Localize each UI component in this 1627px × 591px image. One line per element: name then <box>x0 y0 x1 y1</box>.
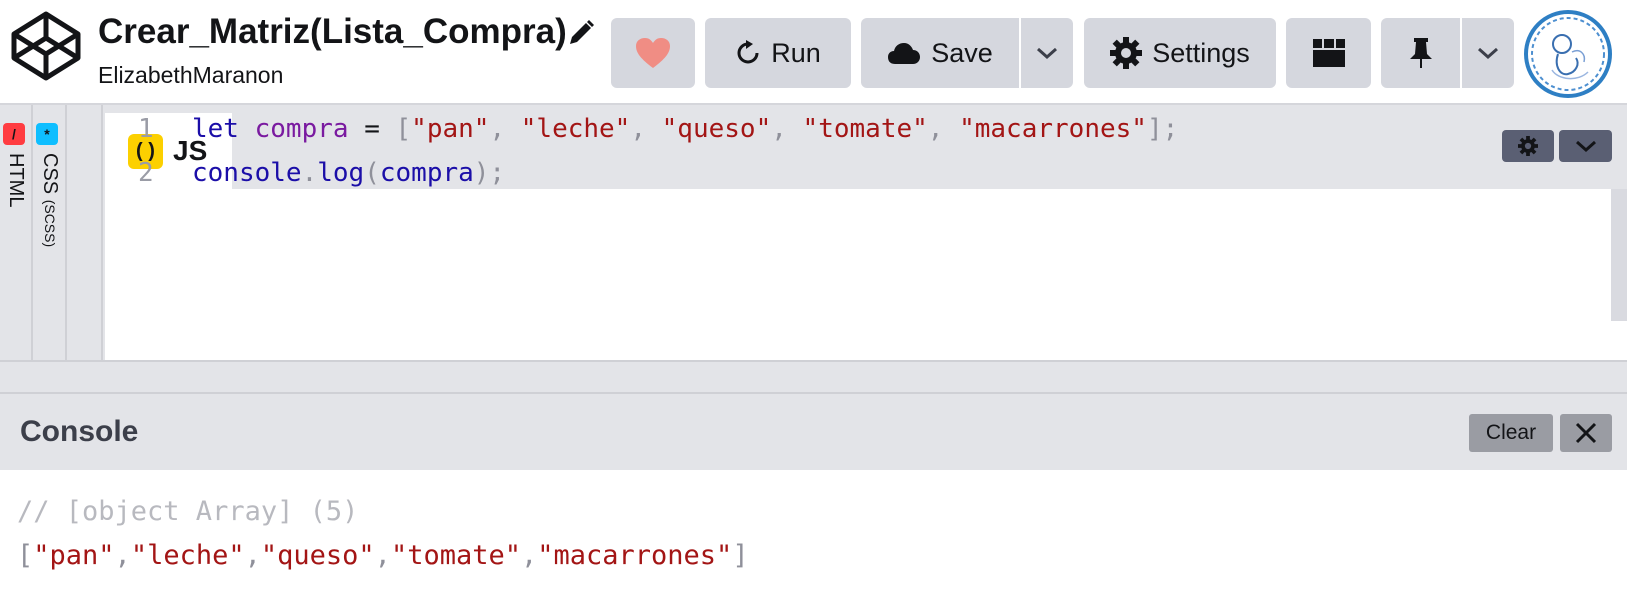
code-token: ]; <box>1146 114 1179 144</box>
log-token: , <box>114 540 131 571</box>
log-token: "pan" <box>33 540 115 571</box>
code-token: log <box>317 158 365 188</box>
console-log-type: // [object Array] (5) <box>17 496 359 527</box>
code-line: 1 let compra = ["pan", "leche", "queso",… <box>0 107 1627 151</box>
chevron-down-icon <box>1037 47 1057 60</box>
log-token: "macarrones" <box>537 540 733 571</box>
code-token: ); <box>473 158 506 188</box>
code-text: let compra = ["pan", "leche", "queso", "… <box>192 114 1178 144</box>
save-button[interactable]: Save <box>861 18 1019 88</box>
code-token: . <box>301 158 318 188</box>
log-token: "queso" <box>260 540 375 571</box>
change-view-button[interactable] <box>1286 18 1371 88</box>
code-token: "tomate" <box>802 114 928 144</box>
close-icon <box>1575 422 1597 444</box>
log-token: "leche" <box>130 540 245 571</box>
refresh-icon <box>737 40 759 64</box>
code-token: console <box>192 158 302 188</box>
code-token: "pan" <box>411 114 490 144</box>
save-options-button[interactable] <box>1021 18 1073 88</box>
code-token: let <box>192 114 239 144</box>
author-name[interactable]: ElizabethMaranon <box>98 62 283 89</box>
css-tab-preprocessor: (SCSS) <box>42 199 58 248</box>
log-token: , <box>520 540 538 571</box>
log-token: [ <box>17 540 34 571</box>
code-editor[interactable] <box>105 189 1627 360</box>
settings-button[interactable]: Settings <box>1084 18 1276 88</box>
code-token: , <box>489 114 521 144</box>
pencil-icon[interactable] <box>566 18 596 48</box>
code-token: compra <box>254 114 349 144</box>
codepen-logo[interactable] <box>10 10 82 82</box>
code-token: [ <box>395 114 412 144</box>
gear-icon <box>1110 37 1143 69</box>
code-token: compra <box>379 158 474 188</box>
pen-title[interactable]: Crear_Matriz(Lista_Compra) <box>98 12 567 52</box>
code-token: = <box>348 114 396 144</box>
settings-label: Settings <box>1152 37 1250 68</box>
code-token: "queso" <box>661 114 772 144</box>
run-label: Run <box>771 37 821 68</box>
chevron-down-icon <box>1478 47 1498 60</box>
code-token: , <box>630 114 662 144</box>
console-title: Console <box>20 415 139 448</box>
header: Crear_Matriz(Lista_Compra) ElizabethMara… <box>0 0 1627 105</box>
code-token: "macarrones" <box>959 114 1147 144</box>
log-token: , <box>374 540 391 571</box>
log-token: ] <box>732 540 749 571</box>
clear-console-button[interactable]: Clear <box>1469 414 1553 452</box>
code-token: , <box>771 114 803 144</box>
like-button[interactable] <box>611 18 695 88</box>
log-token: "tomate" <box>390 540 521 571</box>
console-resize-handle[interactable] <box>0 360 1627 394</box>
pin-button[interactable] <box>1381 18 1460 88</box>
line-number: 2 <box>138 158 154 188</box>
console-header: Console Clear <box>0 394 1627 470</box>
user-avatar[interactable] <box>1524 10 1612 98</box>
avatar-image <box>1531 17 1605 91</box>
heart-icon <box>636 38 670 68</box>
code-token: , <box>927 114 960 144</box>
close-console-button[interactable] <box>1560 414 1612 452</box>
cloud-icon <box>888 43 921 64</box>
console-output: // [object Array] (5) ["pan","leche","qu… <box>0 470 1627 591</box>
console-log-value: ["pan","leche","queso","tomate","macarro… <box>17 540 749 571</box>
line-number: 1 <box>138 114 154 144</box>
code-token: "leche" <box>520 114 631 144</box>
run-button[interactable]: Run <box>705 18 851 88</box>
save-label: Save <box>931 37 993 68</box>
editor-scrollbar[interactable] <box>1611 189 1627 321</box>
code-text: console.log(compra); <box>192 158 505 188</box>
pin-options-button[interactable] <box>1462 18 1514 88</box>
pin-icon <box>1409 38 1432 68</box>
log-token: , <box>244 540 261 571</box>
code-token: ( <box>364 158 380 188</box>
layout-icon <box>1312 39 1345 67</box>
code-line: 2 console.log(compra); <box>0 151 1627 195</box>
